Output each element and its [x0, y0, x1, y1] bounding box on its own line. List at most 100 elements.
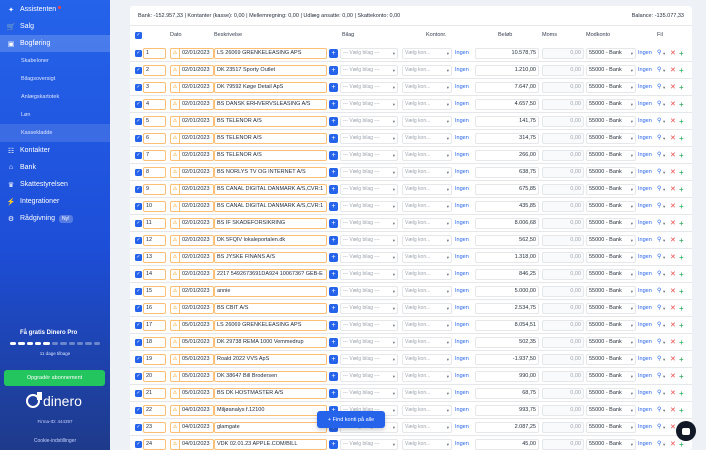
chevron-down-icon[interactable]: ▾ — [663, 439, 665, 450]
row-checkbox[interactable]: ✓ — [135, 50, 142, 57]
attach-file-icon[interactable]: ⚲ — [657, 337, 661, 348]
add-row-icon[interactable]: + — [679, 184, 684, 195]
vat-code-link[interactable]: Ingen — [455, 405, 469, 416]
add-bilag-button[interactable]: + — [329, 440, 338, 449]
account-select[interactable]: Vælg kon... ▾ — [402, 82, 452, 93]
delete-row-icon[interactable]: ✕ — [670, 354, 676, 365]
amount-field[interactable]: 266,00 — [475, 150, 539, 161]
amount-field[interactable]: 314,75 — [475, 133, 539, 144]
attach-file-icon[interactable]: ⚲ — [657, 167, 661, 178]
bilag-select[interactable]: --- Vælg bilag --- ▾ — [340, 388, 398, 399]
row-checkbox[interactable]: ✓ — [135, 390, 142, 397]
amount-field[interactable]: 4.657,50 — [475, 99, 539, 110]
add-row-icon[interactable]: + — [679, 269, 684, 280]
amount-field[interactable]: 8.054,51 — [475, 320, 539, 331]
bilag-select[interactable]: --- Vælg bilag --- ▾ — [340, 252, 398, 263]
attach-file-icon[interactable]: ⚲ — [657, 252, 661, 263]
date-field[interactable]: ⚠ 02/01/2023 — [170, 303, 214, 314]
counter-vat-link[interactable]: Ingen — [638, 371, 652, 382]
description-field[interactable]: BS CANAL DIGITAL DANMARK A/S,CVR:1 — [214, 184, 327, 195]
chevron-down-icon[interactable]: ▾ — [663, 201, 665, 212]
vat-code-link[interactable]: Ingen — [455, 116, 469, 127]
sidebar-subitem-4[interactable]: Løn — [0, 106, 110, 124]
add-bilag-button[interactable]: + — [329, 304, 338, 313]
chevron-down-icon[interactable]: ▾ — [663, 184, 665, 195]
vat-code-link[interactable]: Ingen — [455, 371, 469, 382]
date-field[interactable]: ⚠ 02/01/2023 — [170, 167, 214, 178]
description-field[interactable]: BS CBIT A/S — [214, 303, 327, 314]
row-number[interactable]: 13 — [143, 252, 166, 263]
chevron-down-icon[interactable]: ▾ — [663, 150, 665, 161]
row-checkbox[interactable]: ✓ — [135, 220, 142, 227]
counter-vat-link[interactable]: Ingen — [638, 252, 652, 263]
chevron-down-icon[interactable]: ▾ — [663, 167, 665, 178]
row-number[interactable]: 14 — [143, 269, 166, 280]
delete-row-icon[interactable]: ✕ — [670, 218, 676, 229]
vat-code-link[interactable]: Ingen — [455, 167, 469, 178]
account-select[interactable]: Vælg kon... ▾ — [402, 48, 452, 59]
date-field[interactable]: ⚠ 04/01/2023 — [170, 422, 214, 433]
header-description[interactable]: Beskrivelse — [214, 32, 242, 38]
add-row-icon[interactable]: + — [679, 354, 684, 365]
counter-account-select[interactable]: 55000 - Bank ▾ — [586, 320, 636, 331]
vat-code-link[interactable]: Ingen — [455, 252, 469, 263]
add-row-icon[interactable]: + — [679, 167, 684, 178]
attach-file-icon[interactable]: ⚲ — [657, 235, 661, 246]
row-checkbox[interactable]: ✓ — [135, 322, 142, 329]
row-number[interactable]: 21 — [143, 388, 166, 399]
add-row-icon[interactable]: + — [679, 150, 684, 161]
attach-file-icon[interactable]: ⚲ — [657, 303, 661, 314]
chevron-down-icon[interactable]: ▾ — [663, 116, 665, 127]
row-number[interactable]: 2 — [143, 65, 166, 76]
add-row-icon[interactable]: + — [679, 388, 684, 399]
header-kontonr[interactable]: Kontonr. — [426, 32, 447, 38]
date-field[interactable]: ⚠ 02/01/2023 — [170, 269, 214, 280]
delete-row-icon[interactable]: ✕ — [670, 388, 676, 399]
date-field[interactable]: ⚠ 05/01/2023 — [170, 320, 214, 331]
add-row-icon[interactable]: + — [679, 286, 684, 297]
amount-field[interactable]: 7.647,00 — [475, 82, 539, 93]
add-bilag-button[interactable]: + — [329, 185, 338, 194]
bilag-select[interactable]: --- Vælg bilag --- ▾ — [340, 286, 398, 297]
bilag-select[interactable]: --- Vælg bilag --- ▾ — [340, 320, 398, 331]
add-row-icon[interactable]: + — [679, 218, 684, 229]
description-field[interactable]: BS TELENOR A/S — [214, 150, 327, 161]
counter-vat-link[interactable]: Ingen — [638, 422, 652, 433]
description-field[interactable]: DK 29738 REMA 1000 Vemmedrup — [214, 337, 327, 348]
description-field[interactable]: annie — [214, 286, 327, 297]
vat-code-link[interactable]: Ingen — [455, 150, 469, 161]
date-field[interactable]: ⚠ 02/01/2023 — [170, 48, 214, 59]
sidebar-item-bogføring[interactable]: ▣ Bogføring — [0, 35, 110, 52]
attach-file-icon[interactable]: ⚲ — [657, 184, 661, 195]
counter-account-select[interactable]: 55000 - Bank ▾ — [586, 286, 636, 297]
header-bilag[interactable]: Bilag — [342, 32, 354, 38]
vat-code-link[interactable]: Ingen — [455, 133, 469, 144]
row-checkbox[interactable]: ✓ — [135, 135, 142, 142]
bilag-select[interactable]: --- Vælg bilag --- ▾ — [340, 82, 398, 93]
amount-field[interactable]: 141,75 — [475, 116, 539, 127]
amount-field[interactable]: 68,75 — [475, 388, 539, 399]
date-field[interactable]: ⚠ 05/01/2023 — [170, 388, 214, 399]
account-select[interactable]: Vælg kon... ▾ — [402, 405, 452, 416]
add-bilag-button[interactable]: + — [329, 66, 338, 75]
counter-account-select[interactable]: 55000 - Bank ▾ — [586, 269, 636, 280]
counter-vat-link[interactable]: Ingen — [638, 235, 652, 246]
bilag-select[interactable]: --- Vælg bilag --- ▾ — [340, 218, 398, 229]
date-field[interactable]: ⚠ 02/01/2023 — [170, 116, 214, 127]
bilag-select[interactable]: --- Vælg bilag --- ▾ — [340, 48, 398, 59]
attach-file-icon[interactable]: ⚲ — [657, 82, 661, 93]
attach-file-icon[interactable]: ⚲ — [657, 354, 661, 365]
add-row-icon[interactable]: + — [679, 303, 684, 314]
row-checkbox[interactable]: ✓ — [135, 203, 142, 210]
vat-code-link[interactable]: Ingen — [455, 422, 469, 433]
date-field[interactable]: ⚠ 05/01/2023 — [170, 354, 214, 365]
account-select[interactable]: Vælg kon... ▾ — [402, 269, 452, 280]
row-number[interactable]: 22 — [143, 405, 166, 416]
delete-row-icon[interactable]: ✕ — [670, 439, 676, 450]
counter-vat-link[interactable]: Ingen — [638, 337, 652, 348]
cookie-settings-link[interactable]: Cookie-indstillinger — [0, 438, 110, 444]
counter-vat-link[interactable]: Ingen — [638, 303, 652, 314]
sidebar-item-bank[interactable]: ⌂ Bank — [0, 159, 110, 176]
chevron-down-icon[interactable]: ▾ — [663, 320, 665, 331]
vat-code-link[interactable]: Ingen — [455, 337, 469, 348]
